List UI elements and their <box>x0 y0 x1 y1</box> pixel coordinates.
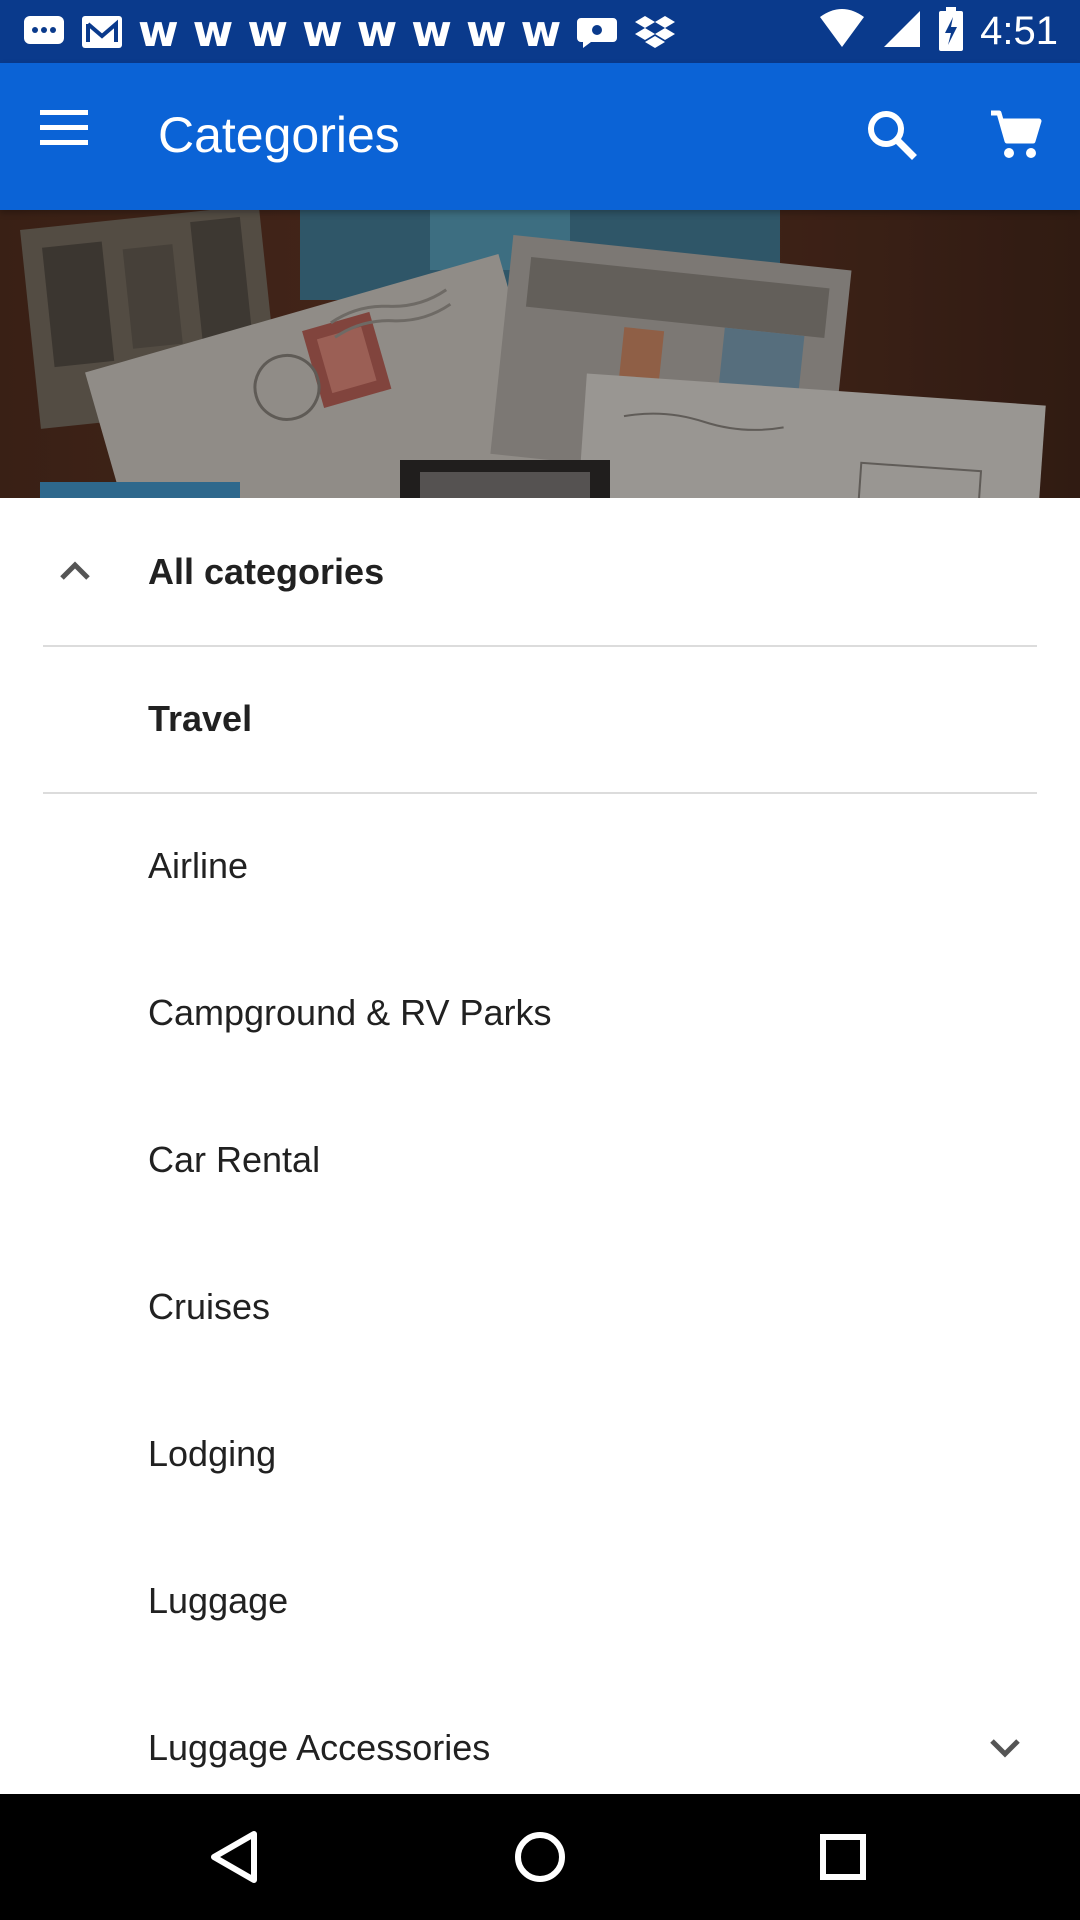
back-icon[interactable] <box>200 1822 270 1892</box>
page-title: Categories <box>158 107 400 163</box>
cell-signal-icon <box>882 9 922 54</box>
w-app-icon: w <box>138 6 179 57</box>
w-app-icon: w <box>520 6 562 57</box>
list-item-label: Luggage <box>148 1580 289 1621</box>
search-icon[interactable] <box>860 103 924 167</box>
w-app-icon: w <box>192 6 234 57</box>
list-item-label: Lodging <box>148 1433 277 1474</box>
list-item-car-rental[interactable]: Car Rental <box>0 1086 1080 1233</box>
w-app-icon: w <box>301 6 343 57</box>
system-nav-bar <box>0 1794 1080 1920</box>
chevron-up-icon <box>54 550 96 592</box>
app-bar: Categories <box>0 63 1080 210</box>
notification-icons: w w w w w w w w <box>22 8 677 56</box>
clock: 4:51 <box>980 9 1058 53</box>
w-app-icon: w <box>411 6 452 57</box>
chat-bubble-icon <box>575 10 619 54</box>
status-bar: w w w w w w w w 4:51 <box>0 0 1080 63</box>
wifi-icon <box>818 9 866 54</box>
recents-icon[interactable] <box>808 1822 878 1892</box>
list-item-lodging[interactable]: Lodging <box>0 1380 1080 1527</box>
list-item-label: Cruises <box>148 1286 271 1327</box>
all-categories-toggle[interactable]: All categories <box>0 498 1080 645</box>
list-item-label: Campground & RV Parks <box>148 992 552 1033</box>
chevron-down-icon[interactable] <box>982 1724 1028 1770</box>
gmail-icon <box>80 10 124 54</box>
battery-charging-icon <box>938 7 964 56</box>
category-banner-image <box>0 210 1080 498</box>
list-item-airline[interactable]: Airline <box>0 792 1080 939</box>
w-app-icon: w <box>465 6 507 57</box>
list-item-luggage[interactable]: Luggage <box>0 1527 1080 1674</box>
cart-icon[interactable] <box>985 103 1049 167</box>
system-status: 4:51 <box>818 0 1058 63</box>
dropbox-icon <box>633 10 677 54</box>
w-app-icon: w <box>356 6 398 57</box>
list-item-label: Car Rental <box>148 1139 321 1180</box>
list-item-label: Airline <box>148 845 249 886</box>
list-item-campground-rv-parks[interactable]: Campground & RV Parks <box>0 939 1080 1086</box>
home-icon[interactable] <box>505 1822 575 1892</box>
parent-category-label: Travel <box>148 698 253 739</box>
category-list: All categories Travel Airline Campground… <box>0 498 1080 1821</box>
menu-icon[interactable] <box>40 108 100 164</box>
all-categories-label: All categories <box>148 551 385 592</box>
messages-icon <box>22 10 66 54</box>
parent-category-travel[interactable]: Travel <box>0 645 1080 792</box>
list-item-cruises[interactable]: Cruises <box>0 1233 1080 1380</box>
w-app-icon: w <box>247 6 288 57</box>
